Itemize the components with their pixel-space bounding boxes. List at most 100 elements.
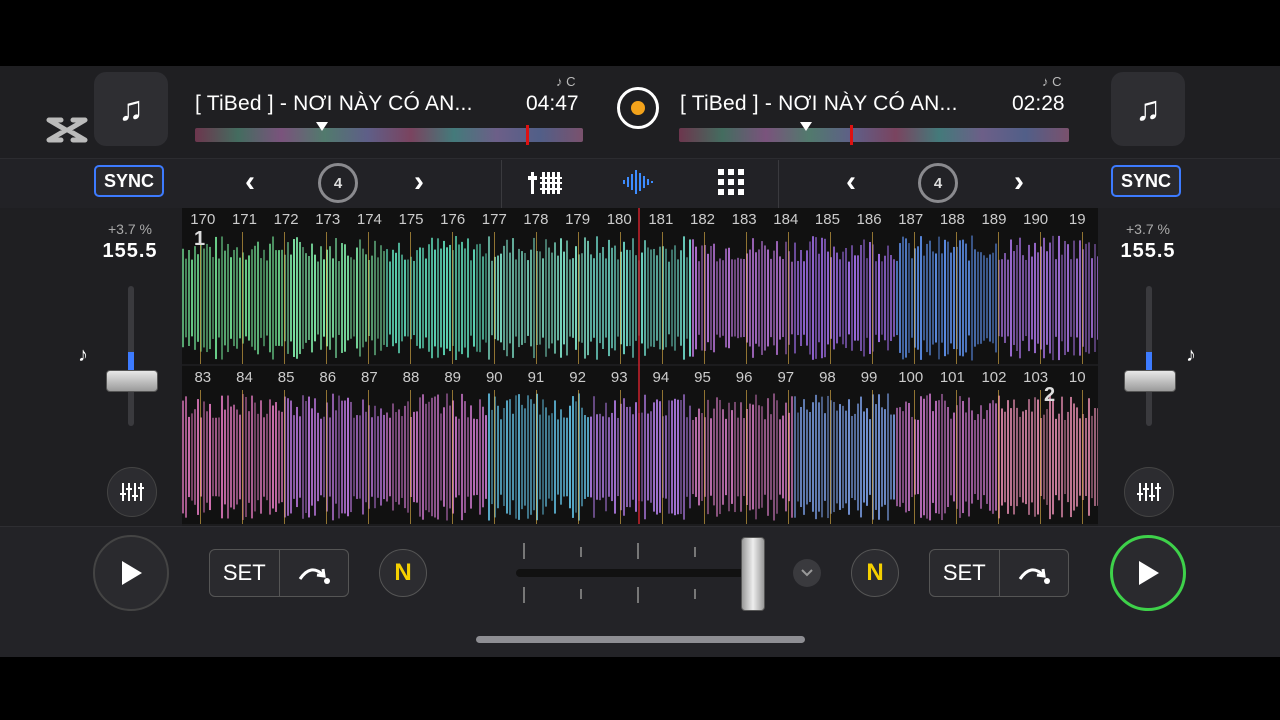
left-loop-prev-button[interactable]: ‹ [245,165,255,199]
left-pitch-value: +3.7 % [108,221,152,237]
left-track-time: 04:47 [526,92,579,115]
mixer-icon[interactable] [528,168,562,196]
right-cue-group: SET [929,549,1069,597]
play-icon [122,561,142,585]
left-track-overview[interactable] [195,128,583,142]
beat-number: 95 [694,369,711,386]
right-bpm-value: 155.5 [1120,240,1176,262]
beat-number: 190 [1023,211,1049,228]
right-set-cue-button[interactable]: SET [930,550,1000,596]
left-eq-button[interactable] [107,467,157,517]
right-album-art[interactable]: ♫ [1111,72,1185,146]
left-cue-group: SET [209,549,349,597]
beat-number: 102 [981,369,1007,386]
right-deck-waveform[interactable]: 83 84 85 86 87 88 89 90 91 92 93 94 95 96 97 98 99 100 101… [182,366,1098,524]
beat-number: 185 [814,211,840,228]
beat-number: 172 [273,211,299,228]
beat-number: 93 [610,369,628,386]
left-overview-playhead [526,125,529,145]
beat-number: 180 [606,211,632,228]
beat-number: 97 [777,369,795,386]
left-track-title[interactable]: [ TiBed ] - NƠI NÀY CÓ AN... [195,92,473,116]
beat-number: 186 [856,211,882,228]
beat-number: 98 [819,369,836,386]
music-note-icon: ♫ [118,89,144,128]
center-record-button[interactable] [617,87,659,129]
crossfader-handle[interactable] [741,537,765,611]
beat-number: 100 [898,369,924,386]
left-loop-next-button[interactable]: › [414,165,424,199]
home-indicator[interactable] [476,636,805,643]
beat-number: 91 [527,369,545,386]
beat-number: 92 [569,369,586,386]
chevron-down-icon [801,569,813,577]
play-icon [1139,561,1159,585]
curved-arrow-icon [298,568,330,584]
right-jump-cue-button[interactable] [1000,550,1069,596]
capcut-logo-icon [46,114,88,146]
right-track-time: 02:28 [1012,92,1065,115]
left-jump-cue-button[interactable] [280,550,349,596]
left-set-cue-button[interactable]: SET [210,550,280,596]
beat-number: 182 [689,211,716,228]
crossfader-ticks [516,543,760,605]
beat-number: 94 [652,369,670,386]
right-neural-mix-button[interactable]: N [851,549,899,597]
right-track-overview[interactable] [679,128,1069,142]
left-sync-button[interactable]: SYNC [94,165,164,197]
left-pitch-fader-handle[interactable] [106,370,158,392]
beat-number: 173 [315,211,341,228]
beat-number: 171 [231,211,257,228]
beat-number: 85 [277,369,295,386]
right-overview-playhead [850,125,853,145]
crossfader-options-button[interactable] [793,559,821,587]
beat-number: 96 [735,369,753,386]
beat-number: 84 [236,369,253,386]
right-sync-button[interactable]: SYNC [1111,165,1181,197]
right-pitch-value: +3.7 % [1126,221,1170,237]
beat-number: 175 [398,211,424,228]
beat-number: 90 [485,369,503,386]
left-neural-mix-button[interactable]: N [379,549,427,597]
left-play-button[interactable] [93,535,169,611]
beat-number: 10 [1068,369,1086,386]
beat-number: 83 [194,369,212,386]
right-loop-button[interactable]: 4 [918,163,958,203]
center-playhead-line [638,208,640,524]
left-loop-size: 4 [333,174,343,192]
right-track-title[interactable]: [ TiBed ] - NƠI NÀY CÓ AN... [680,92,958,116]
left-overview-marker [316,122,328,131]
beat-number: 178 [523,211,549,228]
pads-grid-icon[interactable] [717,168,745,196]
beat-number: 86 [319,369,337,386]
left-album-art[interactable]: ♫ [94,72,168,146]
left-bpm-value: 155.5 [102,240,158,262]
waveform-view-icon[interactable] [622,168,656,196]
right-loop-next-button[interactable]: › [1014,165,1024,199]
left-deck-waveform[interactable]: 170 171 172 173 174 175 176 177 178 179 180 181 182 1… [182,208,1098,364]
right-eq-button[interactable] [1124,467,1174,517]
curved-arrow-icon [1018,568,1050,584]
beat-number: 101 [939,369,965,386]
left-note-icon: ♪ [78,344,88,366]
left-pitch-fader-level [128,352,134,372]
neural-mix-icon: N [866,559,884,586]
neural-mix-icon: N [394,559,412,586]
left-waveform-graphic [182,232,1098,364]
beat-number: 174 [356,211,382,228]
right-play-button[interactable] [1110,535,1186,611]
beat-number: 187 [898,211,924,228]
left-beat-numbers: 170 171 172 173 174 175 176 177 178 179 180 181 182 1… [182,208,1098,232]
beat-number: 177 [481,211,507,228]
right-waveform-graphic [182,390,1098,524]
beat-number: 176 [440,211,466,228]
right-loop-prev-button[interactable]: ‹ [846,165,856,199]
beat-number: 183 [731,211,757,228]
right-loop-size: 4 [933,174,943,192]
right-overview-marker [800,122,812,131]
beat-number: 89 [444,369,461,386]
left-loop-button[interactable]: 4 [318,163,358,203]
right-pitch-fader-handle[interactable] [1124,370,1176,392]
equalizer-icon [1137,483,1161,501]
beat-number: 189 [981,211,1007,228]
